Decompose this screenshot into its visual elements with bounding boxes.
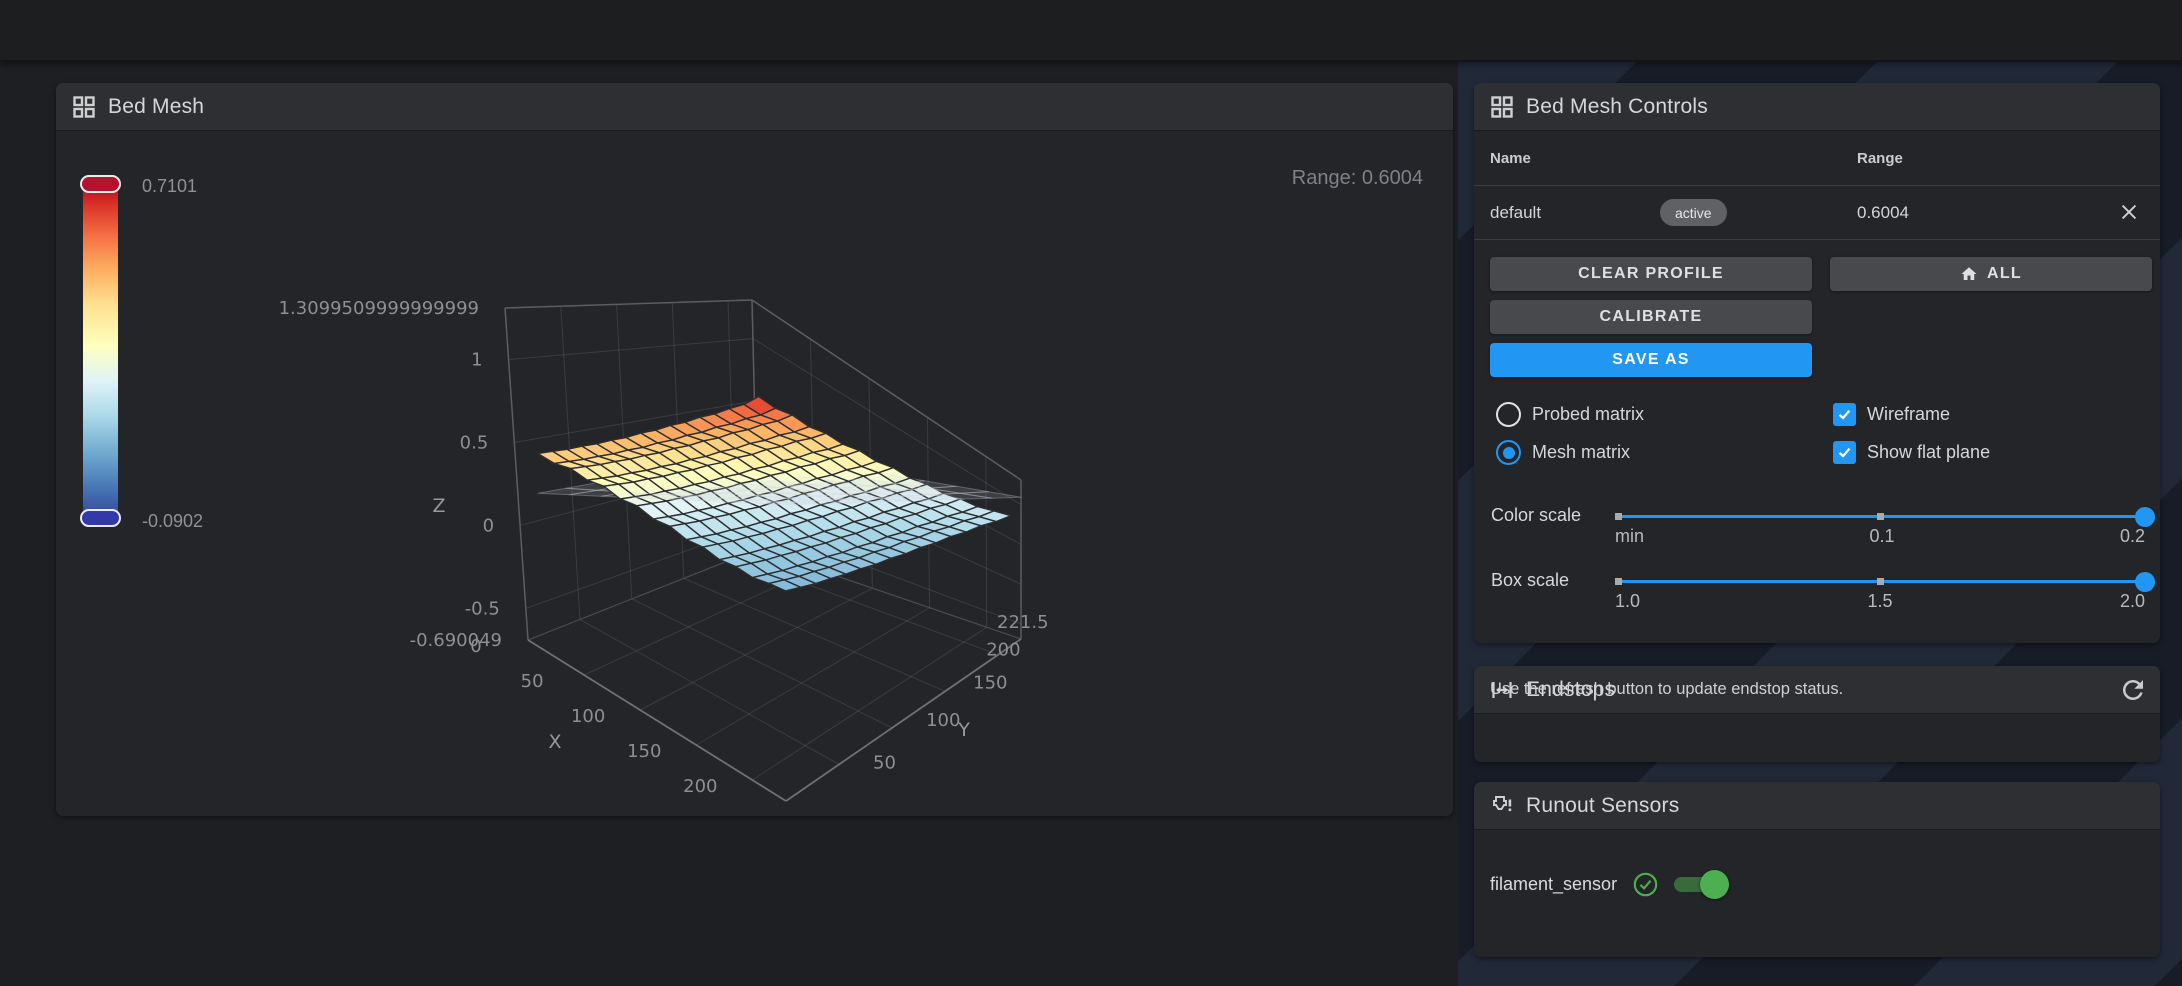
- runout-sensors-header: Runout Sensors: [1474, 782, 2160, 830]
- grid-line: [684, 578, 945, 691]
- bed-mesh-controls-panel: Bed Mesh Controls Name Range default 0.6…: [1474, 83, 2160, 643]
- home-all-label: ALL: [1987, 265, 2022, 283]
- profiles-table-header: Name Range: [1474, 131, 2160, 186]
- profile-name: default: [1474, 203, 1841, 223]
- grid-line: [696, 608, 929, 745]
- y-tick-label: 100: [926, 710, 960, 731]
- box-scale-tick-min: 1.0: [1615, 591, 1640, 612]
- box-scale-slider[interactable]: [1615, 572, 2145, 592]
- column-header-range: Range: [1841, 150, 2160, 167]
- bed-mesh-panel-title: Bed Mesh: [108, 95, 204, 119]
- active-badge: active: [1660, 199, 1727, 226]
- color-scale-slider-ticks: min 0.1 0.2: [1615, 526, 2145, 547]
- check-circle-icon: [1632, 871, 1659, 898]
- filament-sensor-toggle[interactable]: [1674, 877, 1729, 892]
- check-icon: [1836, 406, 1853, 423]
- y-axis-line: [786, 639, 1021, 801]
- x-tick-label: 200: [683, 776, 717, 797]
- y-tick-label: 221.5: [997, 612, 1049, 633]
- grid-icon: [1490, 95, 1514, 119]
- x-axis-line: [528, 640, 786, 801]
- checkbox-wireframe-label: Wireframe: [1867, 404, 1950, 425]
- z-axis-title: Z: [432, 495, 445, 517]
- toggle-knob: [1700, 870, 1729, 899]
- color-scale-min-handle[interactable]: [80, 509, 121, 527]
- profile-range-value: 0.6004: [1841, 203, 2160, 223]
- grid-line: [528, 549, 758, 640]
- grid-line: [752, 627, 986, 780]
- y-tick-label: 50: [873, 752, 896, 773]
- box-scale-tick-mid: 1.5: [1867, 591, 1892, 612]
- top-app-bar: [0, 0, 2182, 62]
- box-scale-slider-label: Box scale: [1491, 570, 1569, 591]
- box-scale-slider-thumb[interactable]: [2135, 572, 2155, 592]
- box-scale-slider-ticks: 1.0 1.5 2.0: [1615, 591, 2145, 612]
- endstops-help-text: Use the refresh button to update endstop…: [1490, 666, 1843, 713]
- checkbox-show-flat-plane-label: Show flat plane: [1867, 442, 1990, 463]
- x-tick-label: 150: [627, 741, 661, 762]
- bed-mesh-panel: Bed Mesh 0 50 100 150 200 50 100 150 200 221.5 1.3…: [56, 83, 1453, 816]
- refresh-icon[interactable]: [2118, 675, 2148, 705]
- box-scale-tick-max: 2.0: [2120, 591, 2145, 612]
- y-axis-title: Y: [957, 719, 970, 741]
- color-scale-max-label: 0.7101: [142, 176, 197, 197]
- x-tick-label: 100: [571, 706, 605, 727]
- radio-probed-matrix[interactable]: Probed matrix: [1496, 402, 1644, 427]
- runout-sensors-title: Runout Sensors: [1526, 794, 1679, 818]
- color-scale-tick-min: min: [1615, 526, 1644, 547]
- filament-sensor-name: filament_sensor: [1490, 874, 1617, 895]
- calibrate-button[interactable]: CALIBRATE: [1490, 300, 1812, 334]
- save-as-button[interactable]: SAVE AS: [1490, 343, 1812, 377]
- z-tick-label: 1.3099509999999999: [279, 298, 479, 319]
- close-icon[interactable]: [2118, 201, 2140, 223]
- color-scale-slider-thumb[interactable]: [2135, 507, 2155, 527]
- grid-line: [509, 339, 753, 360]
- check-icon: [1836, 444, 1853, 461]
- grid-line: [505, 300, 752, 308]
- checkbox-show-flat-plane[interactable]: Show flat plane: [1833, 441, 1990, 464]
- bed-mesh-controls-title: Bed Mesh Controls: [1526, 95, 1708, 119]
- grid-line: [632, 599, 892, 728]
- bed-mesh-panel-header: Bed Mesh: [56, 83, 1453, 131]
- column-header-name: Name: [1474, 150, 1841, 167]
- x-tick-label: 50: [521, 671, 544, 692]
- profile-row-default[interactable]: default 0.6004 active: [1474, 186, 2160, 240]
- color-scale-bar: [83, 179, 118, 527]
- endstops-panel: Endstops Use the refresh button to updat…: [1474, 666, 2160, 762]
- calibrate-label: CALIBRATE: [1600, 308, 1703, 326]
- y-tick-label: 200: [986, 640, 1020, 661]
- grid-line: [580, 619, 839, 764]
- runout-sensors-panel: Runout Sensors filament_sensor: [1474, 782, 2160, 957]
- home-all-button[interactable]: ALL: [1830, 257, 2152, 291]
- color-scale-min-label: -0.0902: [142, 511, 203, 532]
- color-scale-tick-max: 0.2: [2120, 526, 2145, 547]
- mesh-range-value: Range: 0.6004: [1292, 167, 1423, 190]
- grid-line: [640, 588, 872, 710]
- z-tick-label: 0.5: [460, 432, 489, 453]
- y-tick-label: 150: [973, 672, 1007, 693]
- radio-probed-matrix-label: Probed matrix: [1532, 404, 1644, 425]
- radio-mesh-matrix[interactable]: Mesh matrix: [1496, 440, 1630, 465]
- color-scale-slider-label: Color scale: [1491, 505, 1581, 526]
- z-tick-label: -0.690049: [410, 630, 502, 651]
- grid-line: [986, 457, 987, 628]
- save-as-label: SAVE AS: [1612, 351, 1690, 369]
- color-scale-tick-mid: 0.1: [1869, 526, 1894, 547]
- printer-nozzle-alert-icon: [1490, 794, 1514, 818]
- clear-profile-label: CLEAR PROFILE: [1578, 265, 1724, 283]
- color-scale-slider[interactable]: [1615, 507, 2145, 527]
- z-tick-label: 0: [483, 515, 494, 536]
- x-axis-title: X: [548, 731, 561, 753]
- grid-icon: [72, 95, 96, 119]
- z-tick-label: -0.5: [465, 598, 500, 619]
- color-scale-max-handle[interactable]: [80, 175, 121, 193]
- clear-profile-button[interactable]: CLEAR PROFILE: [1490, 257, 1812, 291]
- z-tick-label: 1: [471, 349, 482, 370]
- bed-mesh-controls-header: Bed Mesh Controls: [1474, 83, 2160, 131]
- bed-mesh-3d-plot[interactable]: 0 50 100 150 200 50 100 150 200 221.5 1.3099509999…: [56, 132, 1453, 816]
- filament-sensor-row: filament_sensor: [1490, 871, 1729, 898]
- home-icon: [1960, 265, 1978, 283]
- radio-mesh-matrix-label: Mesh matrix: [1532, 442, 1630, 463]
- checkbox-wireframe[interactable]: Wireframe: [1833, 403, 1950, 426]
